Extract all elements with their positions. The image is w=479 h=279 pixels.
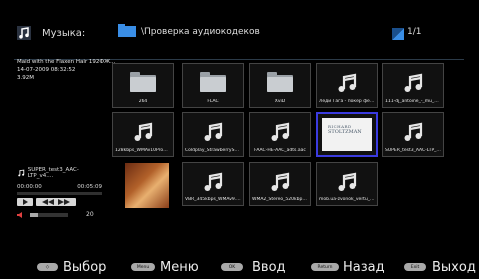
tile-label: mob.ua-zvonok_vertu_6...: [319, 197, 375, 202]
music-file-tile[interactable]: mob.ua-zvonok_vertu_6...: [316, 162, 378, 206]
menu-key-badge[interactable]: Menu: [131, 263, 155, 271]
music-file-tile[interactable]: Леди Гага - покер фейс ...: [316, 63, 378, 108]
menu-hint-label: Меню: [160, 260, 199, 275]
select-key-badge[interactable]: ◇: [37, 263, 58, 271]
folder-tile[interactable]: 264: [112, 63, 174, 108]
music-note-icon: [338, 172, 357, 191]
album-cover-tile[interactable]: RICHARD STOLTZMAN: [316, 112, 378, 157]
volume-slider[interactable]: [30, 212, 68, 217]
music-file-tile[interactable]: WMA2_Stereo_520kbps...: [249, 162, 311, 206]
seek-buttons[interactable]: [36, 198, 76, 206]
folder-icon: [200, 72, 226, 92]
folder-icon: [130, 72, 156, 92]
return-hint-label: Назад: [343, 260, 385, 275]
mini-player: SUPER_test3_AAC-LTP_v4.... 00:00:00 00:0…: [17, 167, 102, 218]
player-time-row: 00:00:00 00:05:09: [17, 184, 102, 190]
folder-tile[interactable]: XviD: [249, 63, 311, 108]
folder-icon: [267, 72, 293, 92]
tile-label: Coldplay_StrawberrySwin...: [185, 148, 241, 153]
page-indicator: 1/1: [407, 27, 422, 37]
tile-label: FAAC-HE-AAC_adts.aac: [254, 148, 306, 153]
play-icon: [23, 199, 28, 205]
music-note-icon: [404, 122, 423, 141]
tile-label: Леди Гага - покер фейс ...: [319, 99, 375, 104]
player-controls: [17, 198, 102, 206]
folder-path: \Проверка аудиокодеков: [141, 27, 260, 37]
page-title: Музыка:: [42, 27, 86, 39]
music-note-icon: [271, 172, 290, 191]
music-note-icon: [17, 26, 31, 40]
file-info-name: Maid with the Flaxen Hair 192ФЖ...: [17, 59, 116, 65]
player-time-current: 00:00:00: [17, 184, 42, 190]
pager-icon: [392, 28, 404, 40]
volume-value: 20: [86, 211, 94, 218]
file-info-date: 14-07-2009 08:32:52: [17, 67, 76, 73]
player-track-title: SUPER_test3_AAC-LTP_v4....: [27, 167, 79, 179]
player-title-row: SUPER_test3_AAC-LTP_v4....: [17, 167, 102, 179]
tile-label: 264: [138, 99, 148, 104]
photo-thumbnail[interactable]: [125, 163, 169, 208]
music-file-tile[interactable]: SUPER_test3_AAC-LTP_v...: [382, 112, 444, 157]
music-note-icon: [204, 172, 223, 191]
album-cover-image: RICHARD STOLTZMAN: [322, 118, 372, 151]
exit-key-badge[interactable]: Exit: [404, 263, 426, 271]
tile-label: FLAC: [207, 99, 219, 104]
music-note-icon: [134, 122, 153, 141]
footer-bar: ◇ Выбор Menu Меню OK Ввод Return Назад E…: [0, 258, 479, 279]
music-note-icon: [338, 73, 357, 92]
rewind-icon: [42, 199, 54, 205]
return-key-badge[interactable]: Return: [311, 263, 339, 271]
music-title-group: Музыка:: [16, 17, 85, 49]
music-note-icon: [18, 169, 25, 177]
music-note-icon: [204, 122, 223, 141]
media-browser-screen: Музыка: \Проверка аудиокодеков 1/1 Maid …: [0, 0, 479, 279]
volume-row: 20: [17, 211, 102, 218]
volume-fill: [30, 212, 38, 217]
music-note-icon: [404, 73, 423, 92]
music-file-tile[interactable]: FAAC-HE-AAC_adts.aac: [249, 112, 311, 157]
tile-label: XviD: [274, 99, 286, 104]
music-note-icon: [271, 122, 290, 141]
header-bar: Музыка: \Проверка аудиокодеков 1/1: [0, 13, 479, 60]
play-button[interactable]: [17, 198, 33, 206]
cover-artist-last: STOLTZMAN: [328, 129, 362, 135]
ok-hint-label: Ввод: [252, 260, 286, 275]
tile-label: VBR_345kbps_WMAv9.2...: [185, 197, 241, 202]
music-file-tile[interactable]: VBR_345kbps_WMAv9.2...: [182, 162, 244, 206]
forward-icon: [58, 199, 70, 205]
tile-label: 128kbps_WMAv10ProM...: [115, 148, 171, 153]
tile-label: SUPER_test3_AAC-LTP_v...: [385, 148, 441, 153]
music-file-tile[interactable]: 128kbps_WMAv10ProM...: [112, 112, 174, 157]
volume-icon: [17, 211, 22, 218]
tile-label: WMA2_Stereo_520kbps...: [252, 197, 308, 202]
tile-label: 111-dj_antoine_-_mu_ch...: [385, 99, 441, 104]
ok-key-badge[interactable]: OK: [221, 263, 243, 271]
music-file-tile[interactable]: Coldplay_StrawberrySwin...: [182, 112, 244, 157]
exit-hint-label: Выход: [432, 260, 476, 275]
file-info-panel: Maid with the Flaxen Hair 192ФЖ... 14-07…: [17, 58, 115, 82]
player-time-total: 00:05:09: [77, 184, 102, 190]
player-progress-bar[interactable]: [17, 192, 102, 195]
folder-icon: [118, 24, 136, 37]
music-file-tile[interactable]: 111-dj_antoine_-_mu_ch...: [382, 63, 444, 108]
file-info-size: 3.92M: [17, 75, 34, 81]
folder-tile[interactable]: FLAC: [182, 63, 244, 108]
select-hint-label: Выбор: [63, 260, 107, 275]
